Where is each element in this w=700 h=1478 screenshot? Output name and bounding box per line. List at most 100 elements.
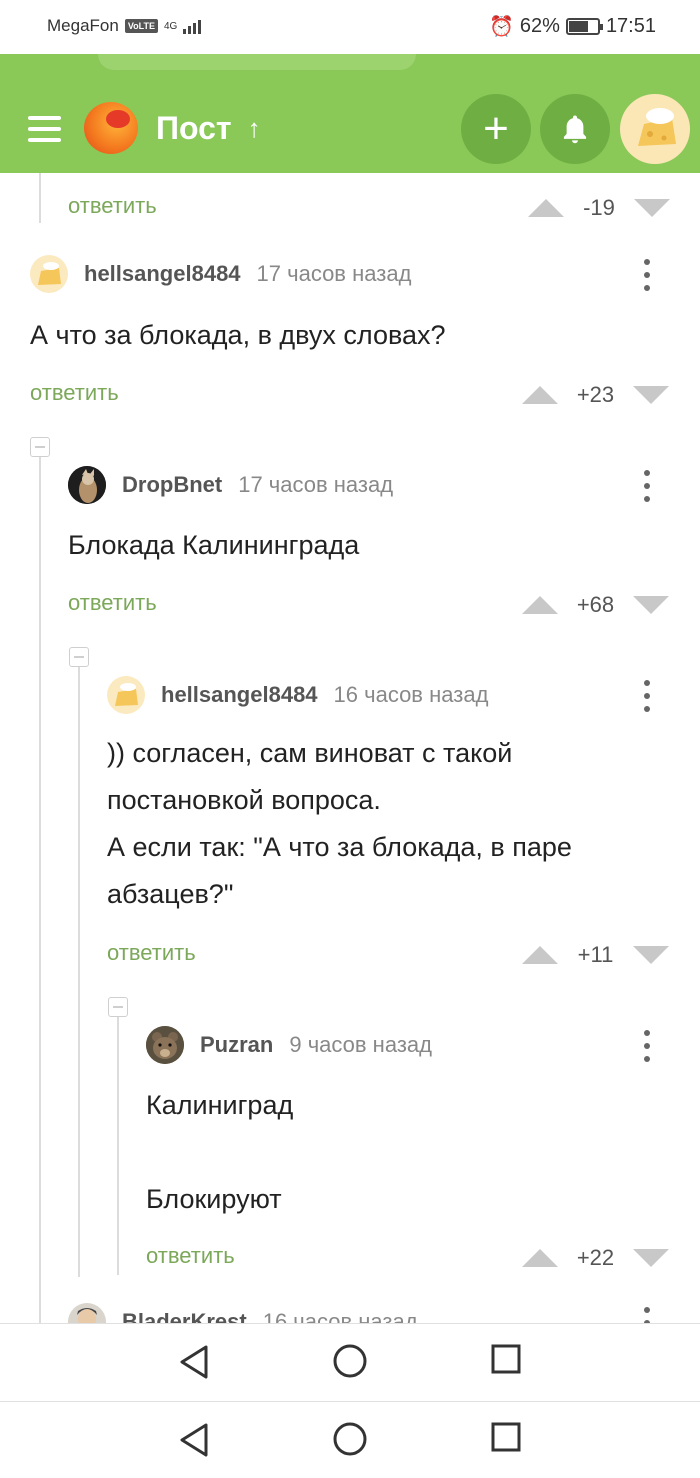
comment-text-line: )) согласен, сам виноват с такой — [107, 738, 513, 768]
comment-text: Калиниград Блокируют — [146, 1082, 293, 1223]
vote-score: +11 — [577, 942, 614, 967]
reply-link[interactable]: ответить — [146, 1243, 235, 1269]
comment-text-line: Блокируют — [146, 1184, 282, 1214]
comment-header: BladerKrest 16 часов назад — [68, 1303, 418, 1323]
arrow-up-icon: ↑ — [247, 113, 261, 143]
comment-author[interactable]: hellsangel8484 — [84, 261, 241, 287]
clock: 17:51 — [605, 15, 656, 37]
user-avatar[interactable] — [620, 94, 690, 164]
recent-apps-icon[interactable] — [491, 1422, 521, 1452]
vote-bar: +11 — [522, 942, 669, 968]
comment-text: Блокада Калининграда — [68, 522, 359, 569]
notifications-button[interactable] — [540, 94, 610, 164]
comment-time[interactable]: 17 часов назад — [238, 472, 393, 498]
upvote-icon[interactable] — [528, 199, 564, 217]
thread-line — [39, 457, 41, 1323]
app-nav-bar — [0, 1323, 700, 1399]
comment-time[interactable]: 17 часов назад — [257, 261, 412, 287]
comment-author[interactable]: Puzran — [200, 1032, 273, 1058]
collapse-thread-button[interactable] — [69, 647, 89, 667]
comment-time[interactable]: 16 часов назад — [334, 682, 489, 708]
status-right: ⏰ 62% 17:51 — [489, 14, 656, 39]
downvote-icon[interactable] — [633, 386, 669, 404]
comment-header: DropBnet 17 часов назад — [68, 466, 393, 504]
home-icon[interactable] — [333, 1422, 367, 1456]
downvote-icon[interactable] — [634, 199, 670, 217]
collapse-thread-button[interactable] — [108, 997, 128, 1017]
back-icon[interactable] — [178, 1422, 210, 1458]
menu-icon[interactable] — [28, 116, 61, 142]
comment-text: А что за блокада, в двух словах? — [30, 312, 446, 359]
vote-bar: +22 — [522, 1245, 669, 1271]
bell-icon — [563, 115, 587, 144]
back-icon[interactable] — [178, 1344, 210, 1380]
status-bar: MegaFon VoLTE 4G ⏰ 62% 17:51 — [0, 0, 700, 54]
vote-bar: +23 — [522, 382, 669, 408]
upvote-icon[interactable] — [522, 946, 558, 964]
page-title[interactable]: Пост ↑ — [156, 110, 261, 147]
status-left: MegaFon VoLTE 4G — [47, 16, 202, 36]
reply-link[interactable]: ответить — [107, 940, 196, 966]
reply-link[interactable]: ответить — [68, 193, 157, 219]
vote-score: +68 — [576, 592, 615, 617]
page-title-text: Пост — [156, 110, 232, 146]
comment-author[interactable]: BladerKrest — [122, 1309, 247, 1323]
avatar[interactable] — [107, 676, 145, 714]
comment-author[interactable]: DropBnet — [122, 472, 222, 498]
avatar[interactable] — [146, 1026, 184, 1064]
pikabu-logo-icon[interactable] — [84, 102, 138, 154]
comment-author[interactable]: hellsangel8484 — [161, 682, 318, 708]
vote-bar: -19 — [528, 195, 670, 221]
comment-time[interactable]: 9 часов назад — [289, 1032, 432, 1058]
home-icon[interactable] — [333, 1344, 367, 1378]
battery-percent: 62% — [519, 15, 560, 37]
more-options-icon[interactable] — [644, 1307, 650, 1323]
more-options-icon[interactable] — [644, 259, 650, 291]
comment-text-line: Калиниград — [146, 1090, 294, 1120]
volte-badge: VoLTE — [124, 19, 158, 33]
vote-score: +22 — [576, 1245, 615, 1270]
upvote-icon[interactable] — [522, 1249, 558, 1267]
more-options-icon[interactable] — [644, 470, 650, 502]
carrier-name: MegaFon — [47, 16, 119, 35]
vote-bar: +68 — [522, 592, 669, 618]
battery-icon — [565, 18, 603, 35]
downvote-icon[interactable] — [633, 946, 669, 964]
avatar[interactable] — [30, 255, 68, 293]
more-options-icon[interactable] — [644, 680, 650, 712]
upvote-icon[interactable] — [522, 386, 558, 404]
header-strip — [0, 54, 700, 86]
recent-apps-icon[interactable] — [491, 1344, 521, 1374]
collapse-thread-button[interactable] — [30, 437, 50, 457]
comment-header: Puzran 9 часов назад — [146, 1026, 432, 1064]
comments-feed[interactable]: ответить -19 hellsangel8484 17 часов наз… — [0, 173, 700, 1323]
reply-link[interactable]: ответить — [68, 590, 157, 616]
comment-time[interactable]: 16 часов назад — [263, 1309, 418, 1323]
alarm-icon: ⏰ — [489, 16, 514, 38]
comment-text-line: постановкой вопроса. — [107, 785, 381, 815]
comment-text-line: абзацев?" — [107, 879, 234, 909]
vote-score: +23 — [576, 382, 615, 407]
thread-line — [39, 173, 41, 223]
comment-header: hellsangel8484 17 часов назад — [30, 255, 411, 293]
add-post-button[interactable]: + — [461, 94, 531, 164]
comment-text-line: А если так: "А что за блокада, в паре — [107, 832, 572, 862]
avatar[interactable] — [68, 466, 106, 504]
comment-text-line: А что за блокада, в двух словах? — [30, 320, 446, 350]
comment-text-line: Блокада Калининграда — [68, 530, 360, 560]
comment-text-line — [146, 1129, 293, 1176]
search-pill[interactable] — [98, 54, 416, 70]
thread-line — [78, 667, 80, 1277]
system-nav-bar — [0, 1401, 700, 1478]
reply-link[interactable]: ответить — [30, 380, 119, 406]
vote-score: -19 — [583, 195, 615, 220]
signal-icon — [183, 18, 202, 34]
downvote-icon[interactable] — [633, 1249, 669, 1267]
app-header: Пост ↑ + — [0, 86, 700, 173]
thread-line — [117, 1017, 119, 1275]
upvote-icon[interactable] — [522, 596, 558, 614]
more-options-icon[interactable] — [644, 1030, 650, 1062]
downvote-icon[interactable] — [633, 596, 669, 614]
network-type: 4G — [164, 20, 178, 32]
avatar[interactable] — [68, 1303, 106, 1323]
